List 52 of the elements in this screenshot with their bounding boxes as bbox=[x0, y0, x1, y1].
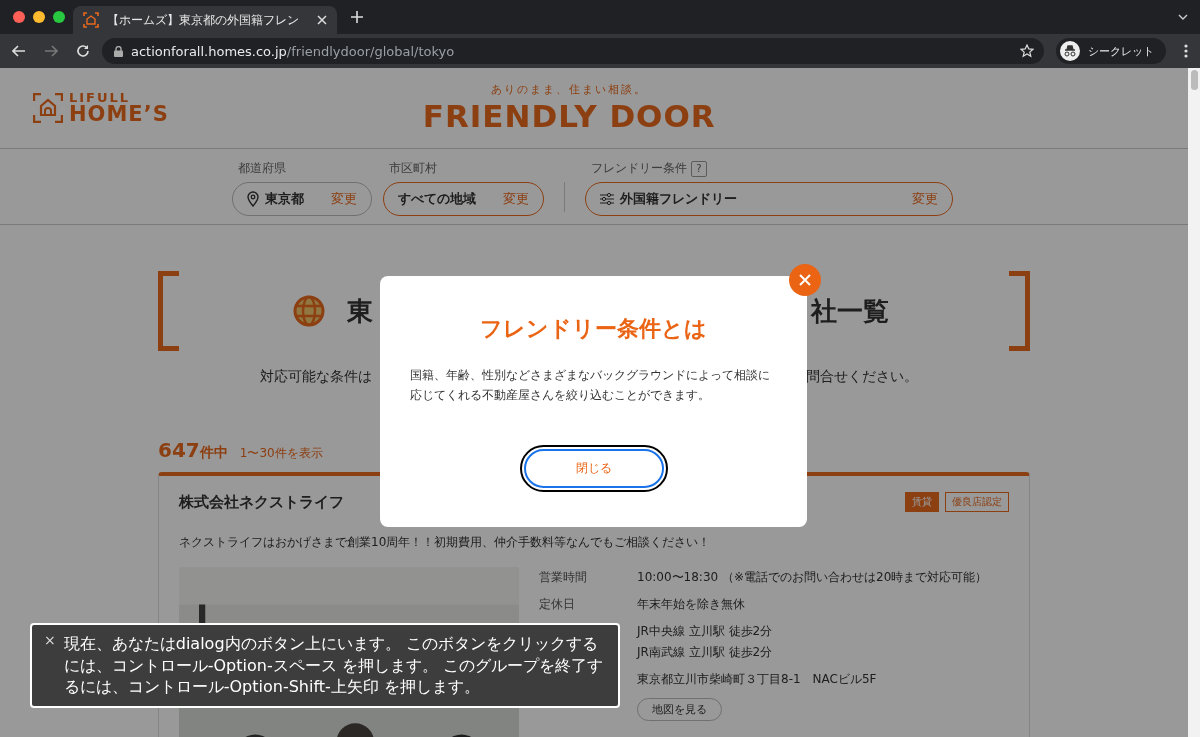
star-icon[interactable] bbox=[1020, 44, 1034, 58]
tagline: ありのまま、住まい相談。 bbox=[491, 82, 648, 98]
help-button[interactable]: ? bbox=[691, 160, 707, 177]
minimize-window-icon[interactable] bbox=[33, 11, 45, 23]
sliders-icon bbox=[600, 193, 614, 205]
info-value: 年末年始を除き無休 bbox=[637, 596, 745, 613]
result-count: 647件中 bbox=[158, 438, 228, 462]
subtitle-text: 対応可能な条件は bbox=[260, 368, 372, 386]
address-bar[interactable]: actionforall.homes.co.jp/friendlydoor/global/tokyo bbox=[102, 38, 1044, 64]
reload-icon[interactable] bbox=[76, 44, 90, 58]
filter-value: すべての地域 bbox=[398, 190, 476, 208]
subtitle-text: 問合せください。 bbox=[806, 368, 918, 386]
new-tab-icon[interactable] bbox=[351, 11, 363, 23]
filter-value: 外国籍フレンドリー bbox=[620, 190, 737, 208]
result-range: 1〜30件を表示 bbox=[239, 445, 323, 462]
info-label: 営業時間 bbox=[539, 569, 588, 586]
filter-label: フレンドリー条件 bbox=[591, 160, 687, 177]
filter-label: 都道府県 bbox=[238, 160, 286, 177]
info-value: 東京都立川市柴崎町３丁目8-1 NACビル5F bbox=[637, 671, 877, 688]
incognito-icon bbox=[1060, 41, 1080, 61]
caption-text: 現在、あなたはdialog内のボタン上にいます。 このボタンをクリックするには、コントロール-Option-スペース を押します。 このグループを終了するには、コントロール-Option-Shift-上矢印 を押します。 bbox=[63, 633, 604, 698]
house-icon bbox=[83, 12, 99, 28]
tag: 優良店認定 bbox=[945, 492, 1009, 512]
incognito-profile-button[interactable]: シークレット bbox=[1056, 38, 1166, 64]
tag: 賃貸 bbox=[905, 492, 939, 512]
brand-title: FRIENDLY DOOR bbox=[422, 99, 716, 134]
close-window-icon[interactable] bbox=[13, 11, 25, 23]
menu-icon[interactable] bbox=[1184, 44, 1188, 58]
tab-title: 【ホームズ】東京都の外国籍フレン bbox=[107, 11, 300, 29]
page-title: 東 bbox=[347, 294, 373, 328]
company-description: ネクストライフはおかげさまで創業10周年！！初期費用、仲介手数料等なんでもご相談ください！ bbox=[179, 534, 712, 551]
dialog-text: 国籍、年齢、性別などさまざまなバックグラウンドによって相談に応じてくれる不動産屋さんを絞り込むことができます。 bbox=[410, 367, 771, 404]
close-caption-button[interactable]: × bbox=[44, 633, 56, 698]
info-value: JR中央線 立川駅 徒歩2分 bbox=[637, 623, 773, 640]
info-label: 定休日 bbox=[539, 596, 576, 613]
url-text: actionforall.homes.co.jp/friendlydoor/global/tokyo bbox=[131, 43, 455, 59]
scrollbar[interactable] bbox=[1188, 68, 1200, 737]
chevron-down-icon[interactable] bbox=[1178, 14, 1188, 20]
info-value: JR南武線 立川駅 徒歩2分 bbox=[637, 644, 773, 661]
filter-label: 市区町村 bbox=[389, 160, 437, 177]
filter-value: 東京都 bbox=[265, 190, 304, 208]
location-pin-icon bbox=[247, 191, 259, 207]
globe-icon bbox=[293, 295, 325, 327]
dialog-title: フレンドリー条件とは bbox=[480, 315, 707, 343]
browser-tab[interactable]: 【ホームズ】東京都の外国籍フレン bbox=[73, 6, 337, 34]
info-value: 10:00〜18:30 （※電話でのお問い合わせは20時まで対応可能） bbox=[637, 569, 988, 586]
page-title: 社一覧 bbox=[811, 294, 889, 328]
back-icon[interactable] bbox=[12, 45, 26, 57]
close-icon[interactable] bbox=[317, 15, 327, 25]
zoom-window-icon[interactable] bbox=[53, 11, 65, 23]
company-name[interactable]: 株式会社ネクストライフ bbox=[179, 492, 344, 512]
lock-icon bbox=[114, 45, 123, 57]
